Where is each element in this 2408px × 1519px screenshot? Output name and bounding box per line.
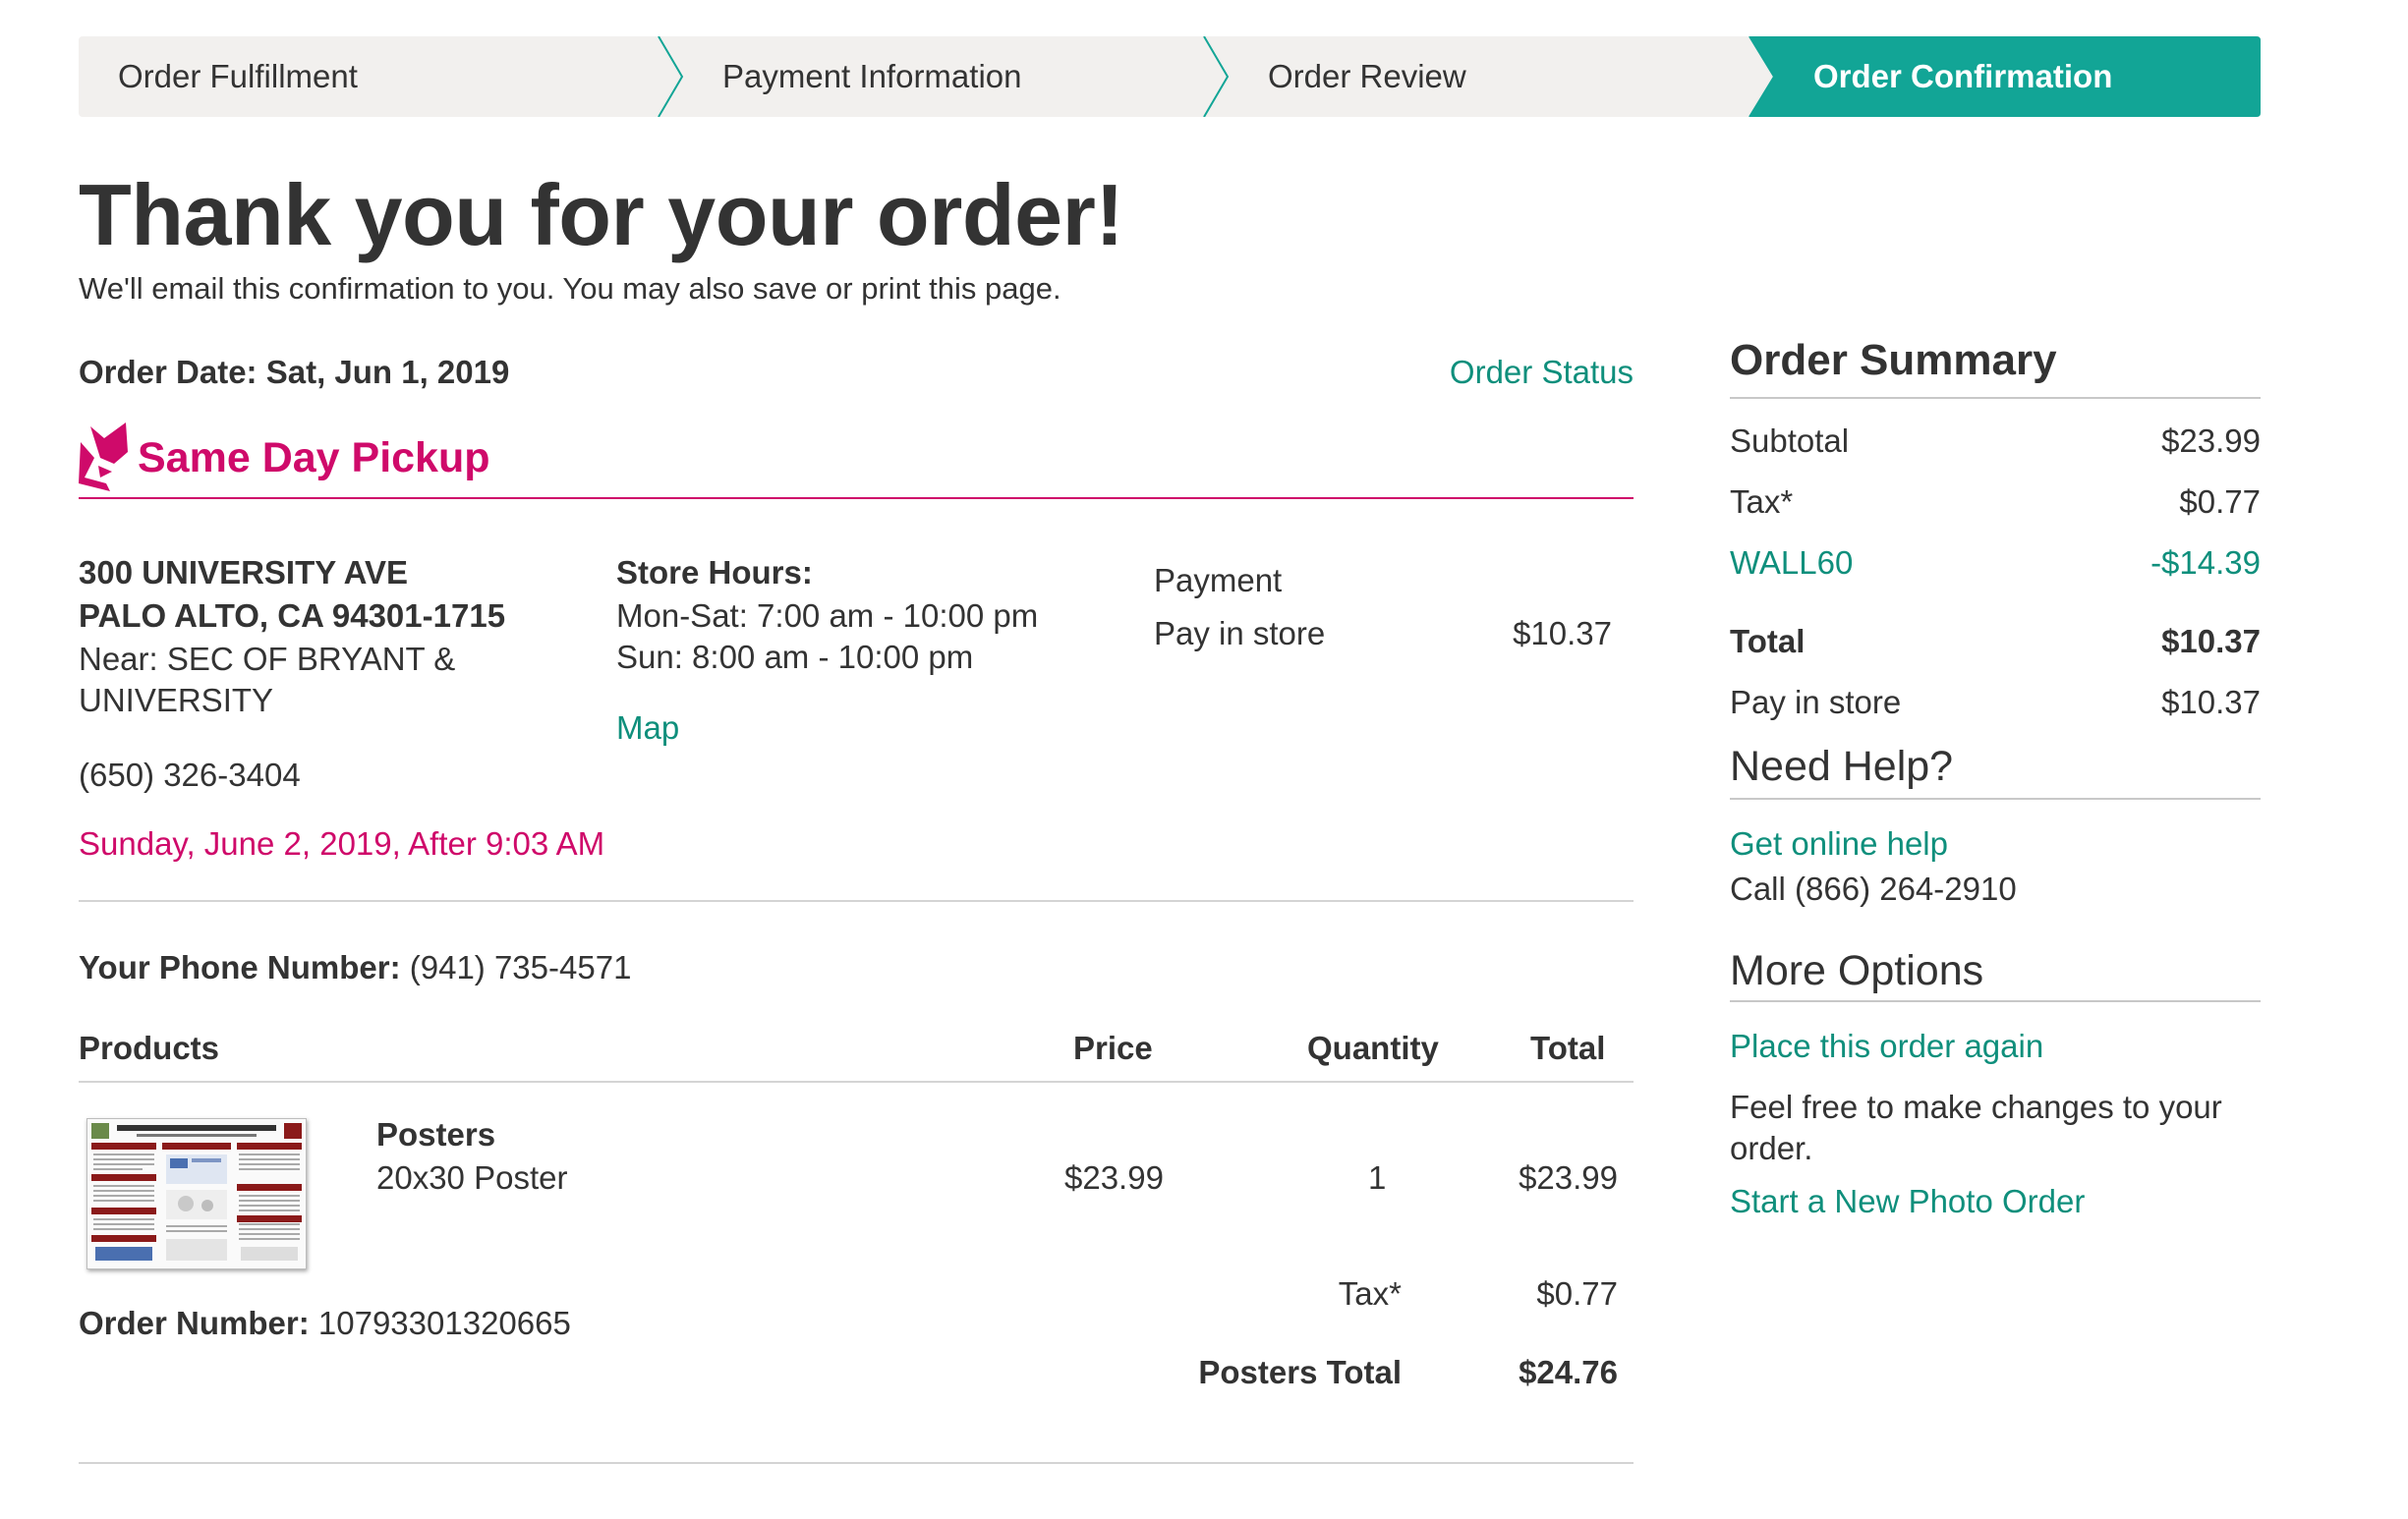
help-divider: [1730, 798, 2261, 800]
page-title: Thank you for your order!: [79, 166, 1124, 263]
store-hours-sunday: Sun: 8:00 am - 10:00 pm: [616, 639, 974, 675]
store-hours-label: Store Hours:: [616, 554, 813, 591]
product-name: Posters: [376, 1116, 496, 1153]
item-tax-label: Tax*: [1338, 1275, 1402, 1312]
product-variant: 20x30 Poster: [376, 1159, 568, 1196]
customer-phone-label: Your Phone Number:: [79, 949, 401, 985]
store-hours-weekday: Mon-Sat: 7:00 am - 10:00 pm: [616, 597, 1039, 634]
customer-phone-row: Your Phone Number: (941) 735-4571: [79, 949, 631, 986]
order-number-label: Order Number:: [79, 1305, 310, 1341]
summary-total-label: Total: [1730, 623, 1806, 659]
product-price: $23.99: [1064, 1159, 1164, 1196]
summary-pay: $10.37: [2161, 684, 2261, 720]
store-address-line1: 300 UNIVERSITY AVE: [79, 554, 409, 591]
store-address-line2: PALO ALTO, CA 94301-1715: [79, 597, 506, 634]
online-help-link[interactable]: Get online help: [1730, 825, 1948, 863]
options-note-line2: order.: [1730, 1130, 1813, 1166]
map-link[interactable]: Map: [616, 709, 679, 747]
options-divider: [1730, 1000, 2261, 1002]
poster-image: [87, 1119, 306, 1268]
order-date: Order Date: Sat, Jun 1, 2019: [79, 354, 510, 390]
new-photo-order-link[interactable]: Start a New Photo Order: [1730, 1183, 2085, 1220]
poster-thumbnail: [86, 1118, 307, 1269]
checkout-progress: Order Fulfillment Payment Information Or…: [79, 36, 2261, 117]
posters-total-label: Posters Total: [1198, 1354, 1402, 1390]
same-day-pickup-icon: [79, 422, 128, 491]
summary-promo: -$14.39: [2150, 544, 2261, 581]
step-order-confirmation: Order Confirmation: [1813, 58, 2113, 94]
summary-total: $10.37: [2161, 623, 2261, 659]
order-number-row: Order Number: 10793301320665: [79, 1305, 571, 1342]
total-header: Total: [1530, 1030, 1606, 1066]
customer-phone: (941) 735-4571: [409, 949, 632, 985]
summary-subtotal-label: Subtotal: [1730, 422, 1850, 459]
summary-divider: [1730, 397, 2261, 399]
payment-label: Payment: [1154, 562, 1283, 598]
order-status-link[interactable]: Order Status: [1396, 354, 1634, 391]
summary-subtotal: $23.99: [2161, 422, 2261, 459]
item-tax-value: $0.77: [1536, 1275, 1618, 1312]
summary-tax: $0.77: [2179, 483, 2261, 520]
table-header-divider: [79, 1081, 1634, 1083]
order-summary-title: Order Summary: [1730, 336, 2057, 384]
products-header: Products: [79, 1030, 220, 1066]
summary-tax-label: Tax*: [1730, 483, 1794, 520]
payment-amount: $10.37: [1513, 615, 1612, 651]
store-near-line1: Near: SEC OF BRYANT &: [79, 641, 456, 677]
same-day-pickup-label: Same Day Pickup: [138, 434, 490, 481]
step-order-review: Order Review: [1268, 58, 1466, 94]
options-note-line1: Feel free to make changes to your: [1730, 1089, 2222, 1125]
need-help-title: Need Help?: [1730, 743, 1954, 790]
order-number: 10793301320665: [317, 1305, 571, 1341]
payment-method: Pay in store: [1154, 615, 1326, 651]
section-divider: [79, 900, 1634, 902]
step-order-fulfillment: Order Fulfillment: [118, 58, 358, 94]
confirmation-subtitle: We'll email this confirmation to you. Yo…: [79, 271, 1061, 306]
place-order-again-link[interactable]: Place this order again: [1730, 1028, 2043, 1065]
pickup-divider: [79, 497, 1634, 499]
store-near-line2: UNIVERSITY: [79, 682, 274, 718]
pickup-time: Sunday, June 2, 2019, After 9:03 AM: [79, 825, 605, 862]
product-total: $23.99: [1519, 1159, 1618, 1196]
price-header: Price: [1073, 1030, 1153, 1066]
more-options-title: More Options: [1730, 947, 1984, 994]
step-payment-information: Payment Information: [722, 58, 1022, 94]
summary-promo-label: WALL60: [1730, 544, 1854, 581]
product-quantity: 1: [1368, 1159, 1387, 1196]
bottom-divider: [79, 1462, 1634, 1464]
store-phone: (650) 326-3404: [79, 757, 301, 793]
posters-total-value: $24.76: [1519, 1354, 1618, 1390]
help-phone: Call (866) 264-2910: [1730, 871, 2017, 907]
quantity-header: Quantity: [1307, 1030, 1439, 1066]
summary-pay-label: Pay in store: [1730, 684, 1902, 720]
